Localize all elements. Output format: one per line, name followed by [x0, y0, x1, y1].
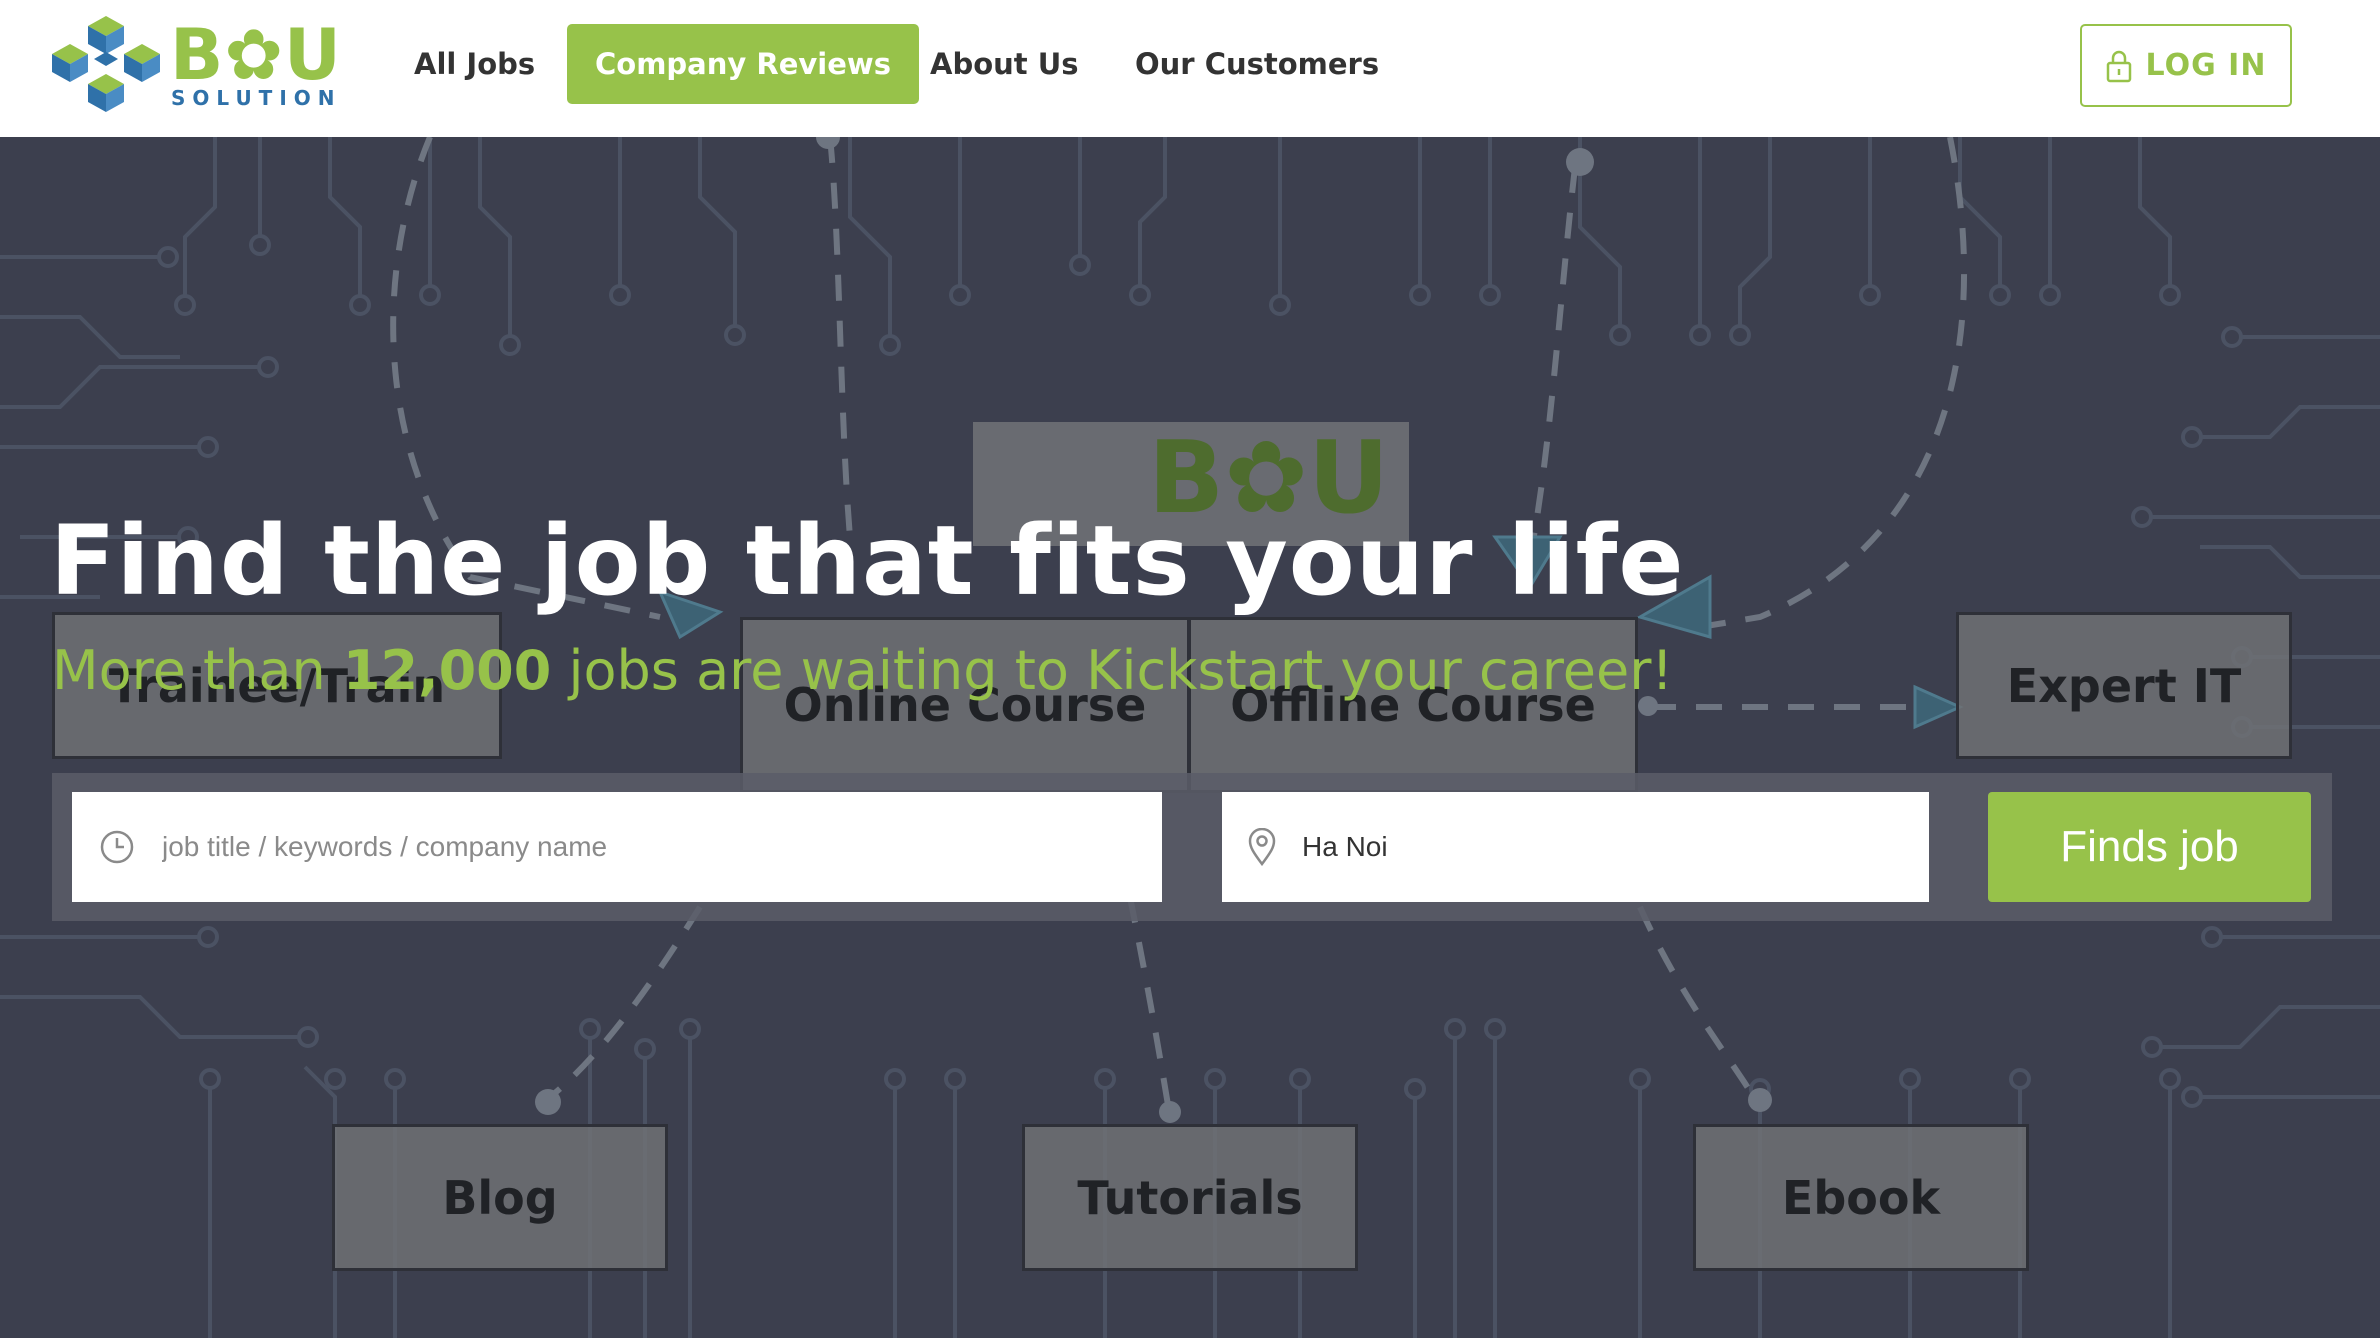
- clock-icon: [72, 829, 162, 865]
- job-count: 12,000: [342, 639, 552, 702]
- lock-icon: [2106, 50, 2131, 82]
- keywords-input[interactable]: [162, 792, 1162, 902]
- login-button[interactable]: LOG IN: [2080, 24, 2292, 107]
- logo-cube-icon: [52, 16, 160, 112]
- location-pin-icon: [1222, 828, 1302, 866]
- location-field[interactable]: [1222, 792, 1929, 902]
- location-input[interactable]: [1302, 792, 1929, 902]
- background-box: Expert IT: [1956, 612, 2292, 759]
- logo-subtitle: SOLUTION: [171, 86, 342, 110]
- nav-our-customers[interactable]: Our Customers: [1135, 24, 1379, 104]
- nav-all-jobs[interactable]: All Jobs: [414, 24, 535, 104]
- subheadline-suffix: jobs are waiting to Kickstart your caree…: [551, 639, 1674, 702]
- find-job-button[interactable]: Finds job: [1988, 792, 2311, 902]
- hero-subheadline: More than 12,000 jobs are waiting to Kic…: [52, 639, 1673, 702]
- nav-about-us[interactable]: About Us: [930, 24, 1079, 104]
- login-label: LOG IN: [2145, 48, 2267, 83]
- site-header: B✿U SOLUTION All Jobs Company Reviews Ab…: [0, 0, 2380, 137]
- background-box: Tutorials: [1022, 1124, 1358, 1271]
- background-box: Ebook: [1693, 1124, 2029, 1271]
- job-search-form: Finds job: [52, 773, 2332, 921]
- background-box: Blog: [332, 1124, 668, 1271]
- brand-logo[interactable]: B✿U SOLUTION: [50, 14, 355, 118]
- nav-company-reviews[interactable]: Company Reviews: [567, 24, 919, 104]
- logo-wordmark: B✿U: [170, 14, 342, 96]
- subheadline-prefix: More than: [52, 639, 343, 702]
- hero-banner: B✿U Trainee/Train Online Course Offline …: [0, 137, 2380, 1338]
- hero-headline: Find the job that fits your life: [50, 505, 1685, 617]
- keywords-field[interactable]: [72, 792, 1162, 902]
